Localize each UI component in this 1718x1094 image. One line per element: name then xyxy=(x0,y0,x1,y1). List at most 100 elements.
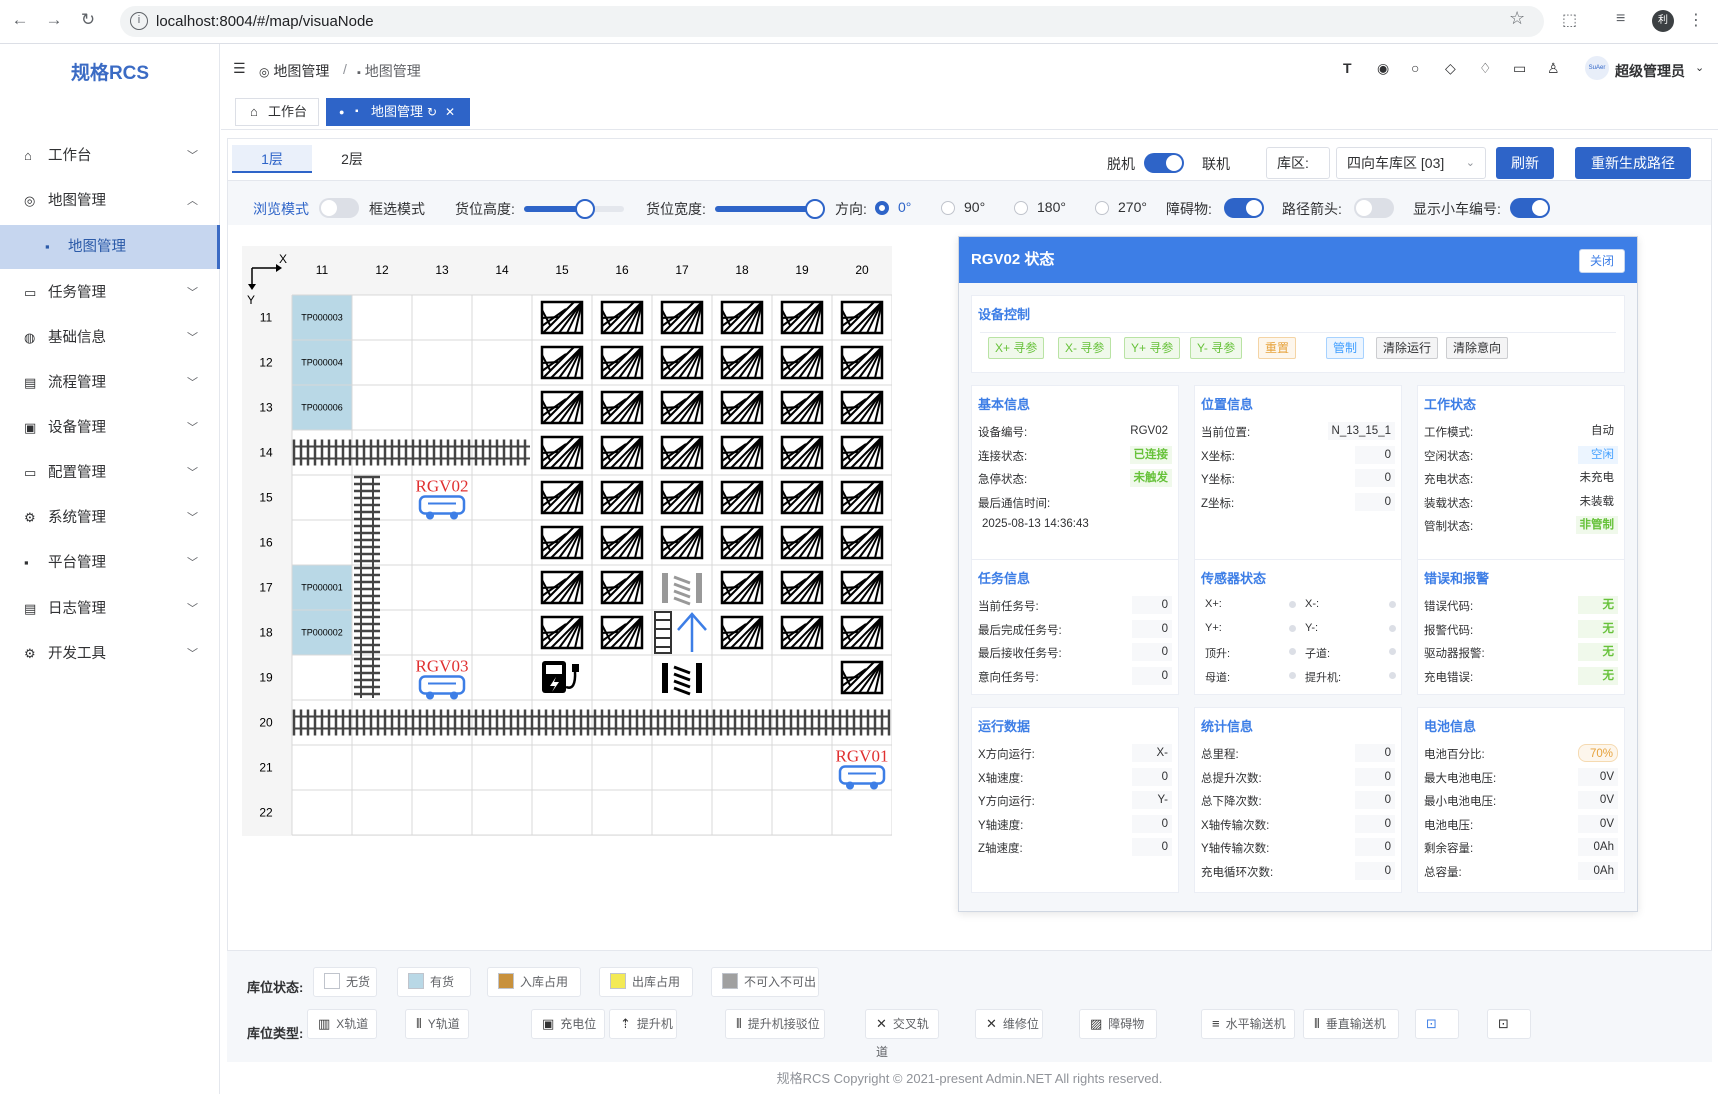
obstacle-cell[interactable] xyxy=(780,345,824,380)
direction-radio-180[interactable] xyxy=(1014,201,1028,215)
obstacle-cell[interactable] xyxy=(720,615,764,650)
screen-icon[interactable]: ▭ xyxy=(1513,60,1526,77)
control-button[interactable]: 管制 xyxy=(1326,337,1365,359)
bookmark-star-icon[interactable]: ☆ xyxy=(1509,8,1525,29)
obstacle-cell[interactable] xyxy=(660,345,704,380)
offline-online-switch[interactable] xyxy=(1144,153,1184,173)
obstacle-cell[interactable] xyxy=(780,525,824,560)
sidebar-item-5[interactable]: ▤ 流程管理 ﹀ xyxy=(0,361,220,405)
chevron-down-icon[interactable]: ⌄ xyxy=(1695,61,1704,74)
obstacle-cell[interactable] xyxy=(600,480,644,515)
back-icon[interactable]: ← xyxy=(8,10,32,30)
obstacle-cell[interactable] xyxy=(540,300,584,335)
extensions-icon[interactable]: ⬚ xyxy=(1562,10,1577,30)
obstacle-switch[interactable] xyxy=(1224,198,1264,218)
obstacle-cell[interactable] xyxy=(840,435,884,470)
obstacle-cell[interactable] xyxy=(720,300,764,335)
search-icon[interactable]: ○ xyxy=(1411,60,1419,76)
obstacle-cell[interactable] xyxy=(540,615,584,650)
path-arrow-switch[interactable] xyxy=(1354,198,1394,218)
obstacle-cell[interactable] xyxy=(840,345,884,380)
obstacle-cell[interactable] xyxy=(720,345,764,380)
sidebar-item-7[interactable]: ▭ 配置管理 ﹀ xyxy=(0,451,220,495)
media-icon[interactable]: ≡ xyxy=(1616,10,1625,28)
tab-floor-2[interactable]: 2层 xyxy=(312,145,392,173)
sidebar-item-8[interactable]: ⚙ 系统管理 ﹀ xyxy=(0,496,220,540)
obstacle-cell[interactable] xyxy=(600,615,644,650)
obstacle-cell[interactable] xyxy=(540,525,584,560)
language-icon[interactable]: ◉ xyxy=(1377,60,1389,77)
obstacle-cell[interactable] xyxy=(840,525,884,560)
obstacle-cell[interactable] xyxy=(540,345,584,380)
sidebar-item-10[interactable]: ▤ 日志管理 ﹀ xyxy=(0,587,220,631)
close-panel-button[interactable]: 关闭 xyxy=(1578,249,1625,273)
obstacle-cell[interactable] xyxy=(840,570,884,605)
refresh-icon[interactable]: ↻ xyxy=(427,99,437,125)
tab-workbench[interactable]: ⌂ 工作台 xyxy=(235,98,319,126)
sidebar-item-6[interactable]: ▣ 设备管理 ﹀ xyxy=(0,406,220,450)
obstacle-cell[interactable] xyxy=(600,525,644,560)
profile-avatar[interactable]: 利 xyxy=(1652,10,1674,32)
map-canvas[interactable]: X Y 11 12 13 14 15 16 17 18 19 20 11 12 13 14 15 16 17 18 19… xyxy=(242,246,893,836)
show-car-number-switch[interactable] xyxy=(1510,198,1550,218)
sidebar-item-9[interactable]: ▪ 平台管理 ﹀ xyxy=(0,541,220,585)
direction-radio-0[interactable] xyxy=(875,201,889,215)
bell-icon[interactable]: ♢ xyxy=(1479,60,1492,77)
obstacle-cell[interactable] xyxy=(720,480,764,515)
obstacle-cell[interactable] xyxy=(600,390,644,425)
control-button[interactable]: Y+ 寻参 xyxy=(1124,337,1181,359)
obstacle-cell[interactable] xyxy=(660,390,704,425)
rgv-car-body[interactable] xyxy=(838,765,886,785)
tab-floor-1[interactable]: 1层 xyxy=(232,145,312,173)
obstacle-cell[interactable] xyxy=(720,390,764,425)
control-button[interactable]: 清除运行 xyxy=(1376,337,1439,359)
control-button[interactable]: 清除意向 xyxy=(1446,337,1509,359)
avatar[interactable]: SuAer xyxy=(1585,56,1609,80)
close-icon[interactable]: ✕ xyxy=(445,99,455,125)
obstacle-cell[interactable] xyxy=(840,480,884,515)
user-name[interactable]: 超级管理员 xyxy=(1615,61,1685,81)
font-size-icon[interactable]: T xyxy=(1343,60,1352,76)
skin-icon[interactable]: ◇ xyxy=(1445,60,1456,77)
browser-menu-icon[interactable]: ⋮ xyxy=(1688,10,1704,30)
obstacle-cell[interactable] xyxy=(780,615,824,650)
obstacle-cell[interactable] xyxy=(540,390,584,425)
direction-radio-270[interactable] xyxy=(1095,201,1109,215)
zone-select[interactable]: 四向车库区 [03] ⌄ xyxy=(1336,147,1486,179)
obstacle-cell[interactable] xyxy=(840,615,884,650)
sidebar-item-0[interactable]: ⌂ 工作台 ﹀ xyxy=(0,134,220,178)
slot-width-slider[interactable] xyxy=(715,199,825,219)
obstacle-cell[interactable] xyxy=(660,300,704,335)
tab-map-management[interactable]: ● ▪ 地图管理 ↻ ✕ xyxy=(326,98,470,126)
menu-toggle-icon[interactable]: ☰ xyxy=(233,60,246,77)
control-button[interactable]: 重置 xyxy=(1258,337,1297,359)
obstacle-cell[interactable] xyxy=(780,390,824,425)
obstacle-cell[interactable] xyxy=(780,480,824,515)
mode-switch[interactable] xyxy=(319,198,359,218)
slider-handle[interactable] xyxy=(575,199,595,219)
refresh-button[interactable]: 刷新 xyxy=(1496,147,1554,179)
obstacle-cell[interactable] xyxy=(600,345,644,380)
direction-radio-90[interactable] xyxy=(941,201,955,215)
obstacle-cell[interactable] xyxy=(660,435,704,470)
control-button[interactable]: Y- 寻参 xyxy=(1190,337,1243,359)
slider-handle[interactable] xyxy=(805,199,825,219)
sidebar-item-1[interactable]: ◎ 地图管理 ︿ xyxy=(0,179,220,223)
obstacle-cell[interactable] xyxy=(600,300,644,335)
obstacle-cell[interactable] xyxy=(840,660,884,695)
breadcrumb-item[interactable]: ◎ 地图管理 xyxy=(259,61,329,81)
obstacle-cell[interactable] xyxy=(720,525,764,560)
sidebar-item-4[interactable]: ◍ 基础信息 ﹀ xyxy=(0,316,220,360)
obstacle-cell[interactable] xyxy=(720,435,764,470)
rgv-car-body[interactable] xyxy=(418,495,466,515)
obstacle-cell[interactable] xyxy=(540,570,584,605)
obstacle-cell[interactable] xyxy=(660,525,704,560)
regenerate-path-button[interactable]: 重新生成路径 xyxy=(1575,147,1691,179)
obstacle-cell[interactable] xyxy=(600,435,644,470)
slot-height-slider[interactable] xyxy=(524,199,624,219)
warehouse-map[interactable]: X Y 11 12 13 14 15 16 17 18 19 20 11 12 13 14 15 16 17 18 19… xyxy=(242,246,893,836)
forward-icon[interactable]: → xyxy=(42,10,66,30)
obstacle-cell[interactable] xyxy=(720,570,764,605)
sidebar-item-2[interactable]: ▪ 地图管理 xyxy=(0,225,220,269)
obstacle-cell[interactable] xyxy=(540,435,584,470)
